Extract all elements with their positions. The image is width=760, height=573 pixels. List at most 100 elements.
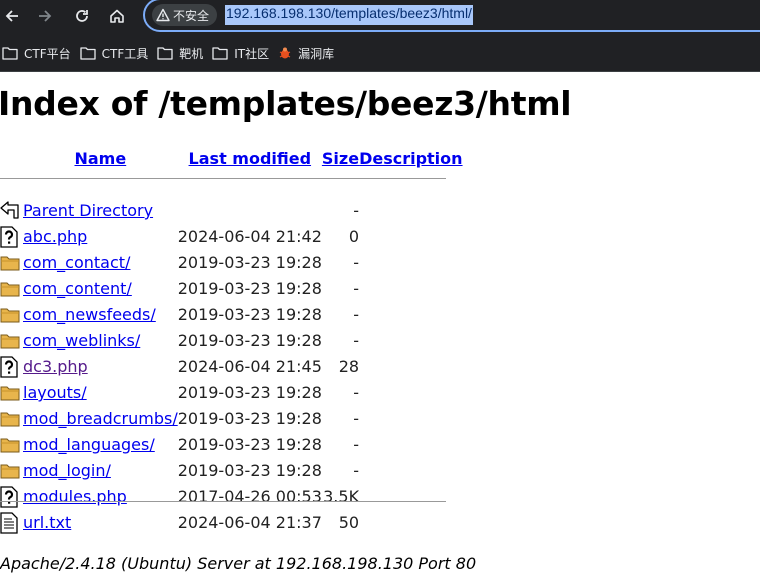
folder-icon bbox=[0, 308, 20, 323]
folder-icon bbox=[79, 47, 96, 60]
icon-cell bbox=[0, 276, 23, 302]
reload-icon bbox=[76, 10, 88, 22]
file-link[interactable]: layouts/ bbox=[23, 383, 87, 402]
file-link[interactable]: com_contact/ bbox=[23, 253, 130, 272]
file-entry-row: com_contact/2019-03-23 19:28 - bbox=[0, 250, 463, 276]
date-cell: 2019-03-23 19:28 bbox=[177, 409, 322, 428]
date-cell: 2024-06-04 21:37 bbox=[177, 513, 322, 532]
description-cell bbox=[359, 354, 462, 380]
file-entry-row: mod_breadcrumbs/2019-03-23 19:28 - bbox=[0, 406, 463, 432]
name-cell: com_content/ bbox=[23, 276, 178, 302]
icon-cell bbox=[0, 458, 23, 484]
file-entry-row: url.txt 2024-06-04 21:37 50 bbox=[0, 510, 463, 536]
folder-icon bbox=[0, 282, 20, 297]
date-cell: 2019-03-23 19:28 bbox=[177, 279, 322, 298]
size-cell: - bbox=[353, 383, 360, 402]
file-link[interactable]: modules.php bbox=[23, 487, 127, 506]
site-security-chip[interactable]: 不安全 bbox=[152, 4, 218, 26]
icon-column-header bbox=[0, 146, 23, 172]
bookmark-target-machines[interactable]: 靶机 bbox=[157, 41, 212, 65]
bookmark-label: 漏洞库 bbox=[298, 46, 335, 61]
file-link[interactable]: com_newsfeeds/ bbox=[23, 305, 156, 324]
bookmark-label: 靶机 bbox=[179, 46, 204, 61]
spacer-row bbox=[0, 185, 463, 198]
icon-cell bbox=[0, 328, 23, 354]
date-cell: 2019-03-23 19:28 bbox=[177, 435, 322, 454]
name-cell: modules.php bbox=[23, 484, 178, 510]
folder-icon bbox=[2, 47, 18, 60]
description-cell bbox=[359, 250, 462, 276]
name-cell: url.txt bbox=[23, 510, 178, 536]
file-link[interactable]: url.txt bbox=[23, 513, 71, 532]
icon-cell bbox=[0, 432, 23, 458]
name-column-header: Name bbox=[23, 146, 178, 172]
bookmark-ctf-platform[interactable]: CTF平台 bbox=[0, 41, 80, 65]
sort-by-modified-link[interactable]: Last modified bbox=[189, 149, 312, 168]
folder-icon bbox=[212, 47, 228, 60]
sort-by-size-link[interactable]: Size bbox=[322, 149, 359, 168]
file-link[interactable]: com_weblinks/ bbox=[23, 331, 140, 350]
folder-icon bbox=[0, 412, 20, 427]
icon-cell bbox=[0, 224, 23, 250]
warning-icon bbox=[156, 8, 170, 22]
file-entry-row: com_newsfeeds/2019-03-23 19:28 - bbox=[0, 302, 463, 328]
bookmark-vuln-db[interactable]: 漏洞库 bbox=[278, 41, 343, 65]
forward-button[interactable] bbox=[33, 4, 57, 28]
date-cell bbox=[178, 198, 322, 224]
back-button[interactable] bbox=[0, 4, 24, 28]
home-button[interactable] bbox=[105, 4, 129, 28]
page-title: Index of /templates/beez3/html bbox=[0, 84, 572, 123]
file-link[interactable]: mod_languages/ bbox=[23, 435, 155, 454]
icon-cell bbox=[0, 250, 23, 276]
reload-button[interactable] bbox=[70, 4, 94, 28]
file-link[interactable]: abc.php bbox=[23, 227, 87, 246]
address-bar[interactable]: 不安全 192.168.198.130/templates/beez3/html… bbox=[143, 0, 760, 32]
file-link[interactable]: dc3.php bbox=[23, 357, 88, 376]
name-cell: Parent Directory bbox=[23, 198, 178, 224]
chrome-divider bbox=[0, 71, 760, 72]
file-link[interactable]: mod_breadcrumbs/ bbox=[23, 409, 178, 428]
bottom-separator-line bbox=[0, 501, 446, 502]
date-cell: 2017-04-26 00:53 bbox=[177, 487, 322, 506]
description-cell bbox=[359, 198, 462, 224]
back-arrow-icon bbox=[5, 10, 18, 22]
url-text[interactable]: 192.168.198.130/templates/beez3/html/ bbox=[225, 5, 473, 25]
sort-by-name-link[interactable]: Name bbox=[74, 149, 126, 168]
sort-by-description-link[interactable]: Description bbox=[359, 149, 462, 168]
description-cell bbox=[359, 406, 462, 432]
folder-icon bbox=[0, 464, 20, 479]
file-entry-row: mod_login/2019-03-23 19:28 - bbox=[0, 458, 463, 484]
modified-column-header: Last modified bbox=[178, 146, 322, 172]
file-link[interactable]: com_content/ bbox=[23, 279, 132, 298]
description-column-header: Description bbox=[359, 146, 462, 172]
unknown-file-icon bbox=[0, 226, 18, 248]
size-cell: 28 bbox=[338, 357, 360, 376]
description-cell bbox=[359, 328, 462, 354]
unknown-file-icon bbox=[0, 356, 18, 378]
bookmark-it-community[interactable]: IT社区 bbox=[212, 41, 278, 65]
forward-arrow-icon bbox=[39, 10, 52, 22]
server-signature: Apache/2.4.18 (Ubuntu) Server at 192.168… bbox=[0, 554, 477, 573]
home-icon bbox=[110, 9, 124, 23]
icon-cell bbox=[0, 484, 23, 510]
folder-icon bbox=[0, 438, 20, 453]
unknown-file-icon bbox=[0, 486, 18, 508]
name-cell: com_contact/ bbox=[23, 250, 178, 276]
size-cell: - bbox=[353, 305, 360, 324]
parent-directory-link[interactable]: Parent Directory bbox=[23, 201, 153, 220]
folder-icon bbox=[157, 47, 173, 60]
description-cell bbox=[359, 302, 462, 328]
bookmark-label: IT社区 bbox=[234, 46, 270, 61]
description-cell bbox=[359, 484, 462, 510]
size-cell: - bbox=[353, 253, 360, 272]
security-label: 不安全 bbox=[173, 8, 210, 23]
folder-icon bbox=[0, 256, 20, 271]
icon-cell bbox=[0, 302, 23, 328]
file-entry-row: modules.php 2017-04-26 00:53 3.5K bbox=[0, 484, 463, 510]
file-entry-row: mod_languages/2019-03-23 19:28 - bbox=[0, 432, 463, 458]
file-link[interactable]: mod_login/ bbox=[23, 461, 111, 480]
file-entry-row: layouts/2019-03-23 19:28 - bbox=[0, 380, 463, 406]
file-entry-row: com_weblinks/2019-03-23 19:28 - bbox=[0, 328, 463, 354]
bookmark-ctf-tools[interactable]: CTF工具 bbox=[79, 41, 158, 65]
description-cell bbox=[359, 458, 462, 484]
